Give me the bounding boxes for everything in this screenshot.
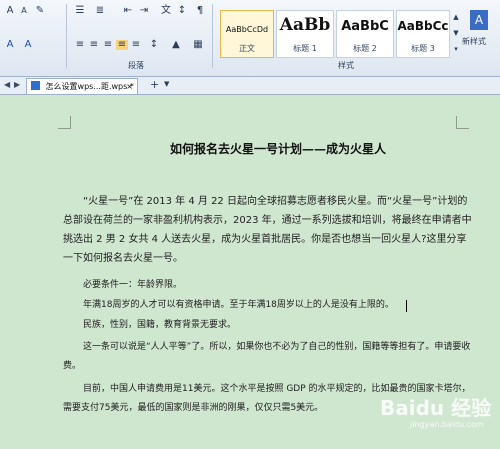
border-icon[interactable]: ▦ <box>192 40 204 50</box>
wps-doc-icon <box>31 81 40 90</box>
align-right-icon[interactable]: ≡ <box>102 40 114 50</box>
new-tab-button[interactable]: + <box>150 78 159 92</box>
document-title: 如何报名去火星一号计划——成为火星人 <box>169 142 386 156</box>
divider <box>66 4 67 68</box>
document-tab-bar: ◀ ▶ 怎么设置wps...距.wps * × + ▼ <box>0 77 500 95</box>
new-style-button[interactable]: A 新样式 <box>462 8 498 64</box>
paragraph-group-label: 段落 <box>128 61 144 70</box>
new-style-icon: A <box>470 10 488 30</box>
numbering-icon[interactable]: ≣ <box>94 6 106 16</box>
style-scroll-down-icon[interactable]: ▼ <box>450 28 462 38</box>
justify-icon[interactable]: ≡ <box>116 40 128 50</box>
highlight-icon[interactable]: A <box>22 40 34 50</box>
baidu-watermark: Baidu 经验 <box>380 396 492 420</box>
ribbon-toolbar: A A ✎ ☰ ≣ ⇤ ⇥ 文 ↕ ¶ A A ≡ ≡ ≡ ≡ ≡ ↕ ▲ ▦ … <box>0 0 500 77</box>
paragraph: 年满18周岁的人才可以有资格申请。至于年满18周岁以上的人是没有上限的。 <box>83 300 394 310</box>
close-tab-icon[interactable]: × <box>126 79 133 94</box>
style-more-icon[interactable]: ▾ <box>450 44 462 54</box>
font-size-grow-icon[interactable]: A <box>4 6 16 16</box>
text-cursor <box>406 300 407 312</box>
font-size-shrink-icon[interactable]: A <box>18 6 30 16</box>
distributed-icon[interactable]: ≡ <box>130 40 142 50</box>
divider <box>212 4 213 68</box>
increase-indent-icon[interactable]: ⇥ <box>138 6 150 16</box>
tab-document[interactable]: 怎么设置wps...距.wps * × <box>26 78 138 94</box>
paragraph: 必要条件一：年龄界限。 <box>83 280 183 290</box>
tab-scroll-left-icon[interactable]: ◀ <box>4 80 10 89</box>
tab-document-label: 怎么设置wps...距.wps * <box>45 82 134 91</box>
page-corner-mark <box>58 116 71 129</box>
page-corner-mark <box>456 116 469 129</box>
align-left-icon[interactable]: ≡ <box>74 40 86 50</box>
clear-format-icon[interactable]: ✎ <box>34 6 46 16</box>
style-scroll-up-icon[interactable]: ▲ <box>450 12 462 22</box>
line-spacing-icon[interactable]: ↕ <box>148 40 160 50</box>
decrease-indent-icon[interactable]: ⇤ <box>122 6 134 16</box>
font-color-icon[interactable]: A <box>4 40 16 50</box>
tab-scroll-right-icon[interactable]: ▶ <box>14 80 20 89</box>
shading-icon[interactable]: ▲ <box>170 40 182 50</box>
paragraph: “火星一号”在 2013 年 4 月 22 日起向全球招募志愿者移民火星。而“火… <box>63 196 472 264</box>
paragraph: 这一条可以说是“人人平等”了。所以，如果你也不必为了自己的性别，国籍等等担有了。… <box>63 342 471 371</box>
style-heading-1[interactable]: AaBb 标题 1 <box>276 10 334 58</box>
baidu-watermark-url: jingyan.baidu.com <box>410 420 484 429</box>
style-normal[interactable]: AaBbCcDd 正文 <box>220 10 274 58</box>
tab-list-icon[interactable]: ▼ <box>164 80 169 88</box>
style-heading-2[interactable]: AaBbC 标题 2 <box>336 10 394 58</box>
style-heading-3[interactable]: AaBbCc 标题 3 <box>396 10 450 58</box>
chinese-layout-icon[interactable]: 文 <box>160 6 172 16</box>
align-center-icon[interactable]: ≡ <box>88 40 100 50</box>
show-marks-icon[interactable]: ¶ <box>194 6 206 16</box>
paragraph: 民族，性别，国籍，教育背景无要求。 <box>83 320 237 330</box>
bullets-icon[interactable]: ☰ <box>74 6 86 16</box>
styles-group-label: 样式 <box>338 61 354 70</box>
sort-icon[interactable]: ↕ <box>176 6 188 16</box>
